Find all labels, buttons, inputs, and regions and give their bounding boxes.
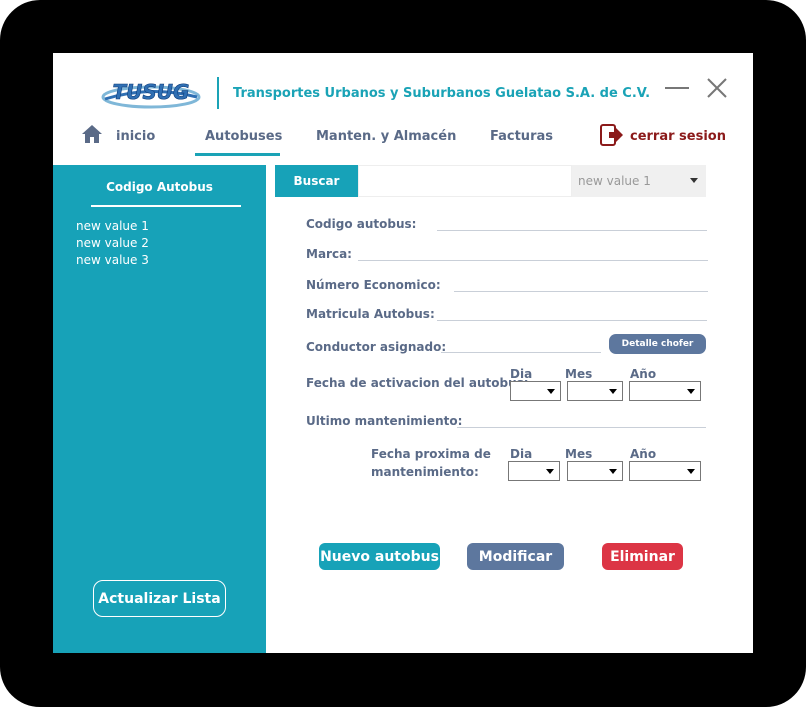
marca-field[interactable] <box>358 260 708 261</box>
chevron-down-icon <box>547 389 555 394</box>
ultimo-field[interactable] <box>457 427 706 428</box>
search-input[interactable] <box>358 165 572 197</box>
next-year-select[interactable] <box>629 461 701 481</box>
svg-text:TUSUG: TUSUG <box>113 80 190 104</box>
numero-label: Número Economico: <box>306 278 441 292</box>
proxima-label-line2: mantenimiento: <box>371 465 479 479</box>
fecha-activacion-label: Fecha de activacion del autobus: <box>306 376 529 390</box>
chevron-down-icon <box>609 389 617 394</box>
delete-button[interactable]: Eliminar <box>602 543 683 570</box>
conductor-field[interactable] <box>441 352 601 353</box>
anio-label: Año <box>630 447 657 461</box>
codigo-label: Codigo autobus: <box>306 217 417 231</box>
search-select-value: new value 1 <box>578 174 651 188</box>
mes-label: Mes <box>565 447 593 461</box>
dia-label: Dia <box>510 367 533 381</box>
activation-year-select[interactable] <box>629 381 701 401</box>
anio-label: Año <box>630 367 657 381</box>
minimize-button[interactable] <box>665 87 689 89</box>
activation-day-select[interactable] <box>510 381 561 401</box>
search-select[interactable]: new value 1 <box>572 165 706 197</box>
logo: TUSUG <box>101 80 201 109</box>
bus-code-list: new value 1 new value 2 new value 3 <box>76 218 149 269</box>
ultimo-label: Ultimo mantenimiento: <box>306 414 463 428</box>
close-icon[interactable] <box>706 77 728 99</box>
logout-link[interactable]: cerrar sesion <box>630 129 726 144</box>
chevron-down-icon <box>687 469 695 474</box>
marca-label: Marca: <box>306 247 352 261</box>
chevron-down-icon <box>690 178 698 183</box>
list-item[interactable]: new value 1 <box>76 218 149 235</box>
home-icon[interactable] <box>80 122 104 146</box>
app-window: TUSUG Transportes Urbanos y Suburbanos G… <box>53 53 753 653</box>
list-item[interactable]: new value 2 <box>76 235 149 252</box>
header-divider <box>217 77 219 109</box>
next-month-select[interactable] <box>567 461 623 481</box>
company-name: Transportes Urbanos y Suburbanos Guelata… <box>233 86 651 101</box>
mes-label: Mes <box>565 367 593 381</box>
next-day-select[interactable] <box>508 461 560 481</box>
driver-detail-button[interactable]: Detalle chofer <box>609 334 706 354</box>
dia-label: Dia <box>510 447 533 461</box>
chevron-down-icon <box>687 389 695 394</box>
codigo-field[interactable] <box>437 230 707 231</box>
new-bus-button[interactable]: Nuevo autobus <box>319 543 440 570</box>
nav-home[interactable]: inicio <box>116 129 155 144</box>
tab-facturas[interactable]: Facturas <box>490 129 553 144</box>
conductor-label: Conductor asignado: <box>306 340 447 354</box>
modify-button[interactable]: Modificar <box>467 543 564 570</box>
search-button[interactable]: Buscar <box>275 165 358 197</box>
sidebar: Codigo Autobus new value 1 new value 2 n… <box>53 165 266 653</box>
activation-month-select[interactable] <box>567 381 623 401</box>
sidebar-title: Codigo Autobus <box>106 180 213 194</box>
list-item[interactable]: new value 3 <box>76 252 149 269</box>
matricula-label: Matricula Autobus: <box>306 307 435 321</box>
sidebar-divider <box>91 205 241 207</box>
chevron-down-icon <box>546 469 554 474</box>
refresh-list-button[interactable]: Actualizar Lista <box>93 580 226 617</box>
proxima-label-line1: Fecha proxima de <box>371 447 491 461</box>
chevron-down-icon <box>609 469 617 474</box>
tab-mantenimiento[interactable]: Manten. y Almacén <box>316 129 456 144</box>
numero-field[interactable] <box>454 291 708 292</box>
matricula-field[interactable] <box>437 320 707 321</box>
active-tab-indicator <box>195 153 280 156</box>
tab-autobuses[interactable]: Autobuses <box>205 129 282 144</box>
logout-icon[interactable] <box>599 123 623 147</box>
